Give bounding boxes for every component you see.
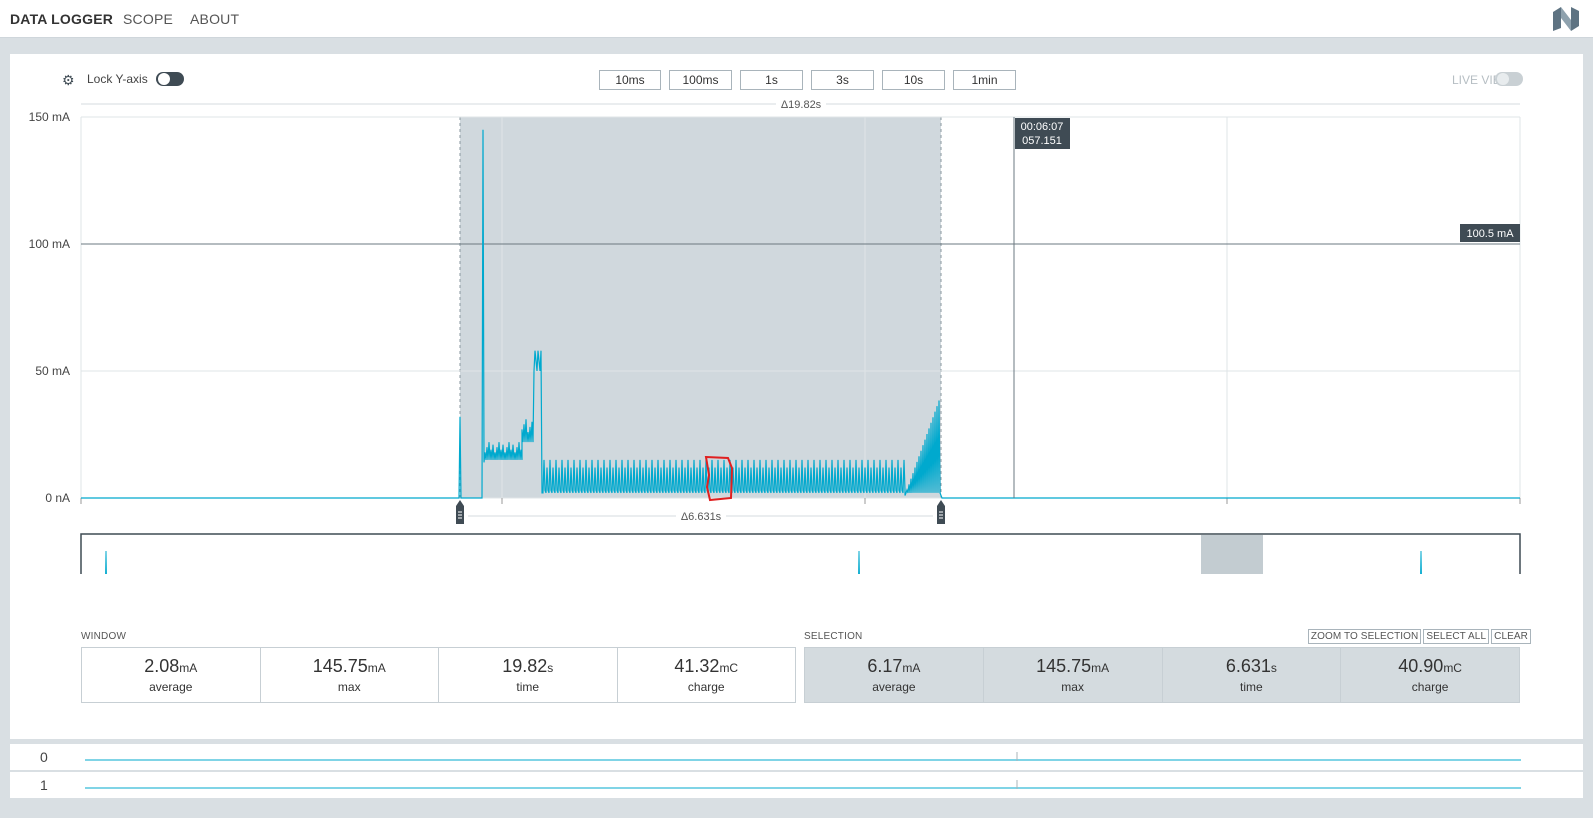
digital-channel-1: 1 xyxy=(10,772,1583,798)
nordic-logo-icon xyxy=(1553,7,1579,31)
selection-label: SELECTION xyxy=(804,631,863,642)
data-logger-panel: ⚙ Lock Y-axis 10ms 100ms 1s 3s 10s 1min … xyxy=(10,54,1583,739)
window-charge: 41.32mC charge xyxy=(674,656,739,694)
time-button-10ms[interactable]: 10ms xyxy=(599,70,661,90)
selection-average: 6.17mA average xyxy=(805,648,984,702)
y-tick-label: 100 mA xyxy=(29,237,70,251)
nav-scope[interactable]: SCOPE xyxy=(123,11,173,27)
clear-button[interactable]: CLEAR xyxy=(1491,629,1531,644)
digital-channel-0: 0 xyxy=(10,744,1583,770)
selection-delta-label: Δ6.631s xyxy=(681,511,722,523)
settings-gear-icon[interactable]: ⚙ xyxy=(62,72,75,89)
time-button-3s[interactable]: 3s xyxy=(811,70,874,90)
selection-stats: 6.17mA average 145.75mA max 6.631s time 40.… xyxy=(804,647,1520,703)
lock-y-axis-label: Lock Y-axis xyxy=(87,72,148,86)
selection-time: 6.631s time xyxy=(1163,648,1342,702)
window-delta-label: Δ19.82s xyxy=(781,99,822,111)
minimap-window xyxy=(1201,535,1263,611)
window-label: WINDOW xyxy=(81,631,127,642)
lock-y-axis-toggle[interactable] xyxy=(156,72,184,86)
cursor-ms-label: 057.151 xyxy=(1022,135,1062,147)
selection-handle-left xyxy=(456,500,464,524)
window-max: 145.75mA max xyxy=(261,648,439,702)
zoom-to-selection-button[interactable]: ZOOM TO SELECTION xyxy=(1307,629,1422,644)
live-view-toggle[interactable] xyxy=(1495,72,1523,86)
y-cursor-label: 100.5 mA xyxy=(1466,228,1514,240)
nav-data-logger[interactable]: DATA LOGGER xyxy=(10,11,113,27)
window-average: 2.08mA average xyxy=(82,648,261,702)
window-time: 19.82s time xyxy=(439,648,618,702)
time-button-1min[interactable]: 1min xyxy=(953,70,1016,90)
minimap xyxy=(80,533,1521,612)
window-stats: 2.08mA average 145.75mA max 19.82s time 41.… xyxy=(81,647,796,703)
time-button-100ms[interactable]: 100ms xyxy=(669,70,732,90)
time-button-10s[interactable]: 10s xyxy=(882,70,945,90)
y-tick-label: 0 nA xyxy=(45,491,70,505)
y-tick-label: 150 mA xyxy=(29,110,70,124)
y-tick-label: 50 mA xyxy=(35,364,70,378)
selection-region xyxy=(460,117,941,498)
selection-buttons: ZOOM TO SELECTION SELECT ALL CLEAR xyxy=(1306,629,1531,644)
selection-max: 145.75mA max xyxy=(984,648,1163,702)
selection-charge: 40.90mC charge xyxy=(1398,656,1462,694)
cursor-time-label: 00:06:07 xyxy=(1021,121,1064,133)
nav-about[interactable]: ABOUT xyxy=(190,11,239,27)
current-chart[interactable]: Δ19.82s 150 mA 100 mA 50 mA 0 nA 00:06:0… xyxy=(10,94,1583,612)
top-navigation: DATA LOGGER SCOPE ABOUT xyxy=(0,0,1593,38)
selection-handle-right xyxy=(937,500,945,524)
select-all-button[interactable]: SELECT ALL xyxy=(1423,629,1490,644)
time-button-1s[interactable]: 1s xyxy=(740,70,803,90)
